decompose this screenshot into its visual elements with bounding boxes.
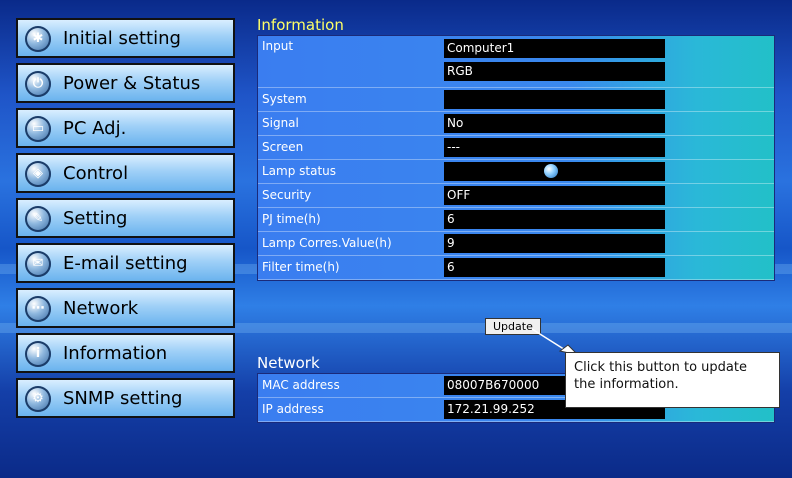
table-row: System	[258, 88, 774, 112]
sidebar-item-setting[interactable]: ✎ Setting	[16, 198, 235, 238]
security-label: Security	[262, 188, 312, 202]
info-icon: i	[25, 341, 51, 367]
pj-time-value: 6	[444, 210, 665, 229]
lamp-status-label: Lamp status	[262, 164, 337, 178]
projector-web-screen: ✱ Initial setting ⏻ Power & Status ▭ PC …	[0, 0, 792, 478]
sidebar-item-label: Network	[63, 298, 139, 319]
screen-value: ---	[444, 138, 665, 157]
screen-label: Screen	[262, 140, 304, 154]
pj-time-label: PJ time(h)	[262, 212, 321, 226]
input-label: Input	[262, 39, 294, 53]
table-row: PJ time(h) 6	[258, 208, 774, 232]
table-row: Filter time(h) 6	[258, 256, 774, 280]
callout-tooltip: Click this button to update the informat…	[565, 352, 780, 408]
lamp-corres-value: 9	[444, 234, 665, 253]
sidebar-item-label: Power & Status	[63, 73, 201, 94]
mac-address-label: MAC address	[262, 378, 340, 392]
sidebar-item-label: SNMP setting	[63, 388, 183, 409]
sidebar-item-pc-adj[interactable]: ▭ PC Adj.	[16, 108, 235, 148]
table-row: Lamp status	[258, 160, 774, 184]
gear-icon: ✱	[25, 26, 51, 52]
monitor-icon: ▭	[25, 116, 51, 142]
sidebar-item-label: Setting	[63, 208, 128, 229]
sidebar-item-power-status[interactable]: ⏻ Power & Status	[16, 63, 235, 103]
sidebar-item-label: PC Adj.	[63, 118, 127, 139]
table-row: Input Computer1 RGB	[258, 36, 774, 88]
sidebar-item-network[interactable]: ⋯ Network	[16, 288, 235, 328]
sidebar-menu: ✱ Initial setting ⏻ Power & Status ▭ PC …	[16, 18, 235, 423]
network-icon: ⋯	[25, 296, 51, 322]
sidebar-item-initial-setting[interactable]: ✱ Initial setting	[16, 18, 235, 58]
wrench-icon: ✎	[25, 206, 51, 232]
power-icon: ⏻	[25, 71, 51, 97]
table-row: Security OFF	[258, 184, 774, 208]
system-label: System	[262, 92, 307, 106]
lamp-status-value	[444, 162, 665, 181]
sidebar-item-snmp-setting[interactable]: ⚙ SNMP setting	[16, 378, 235, 418]
sidebar-item-label: Control	[63, 163, 129, 184]
system-value	[444, 90, 665, 109]
information-title: Information	[257, 16, 344, 34]
table-row: Lamp Corres.Value(h) 9	[258, 232, 774, 256]
information-table: Input Computer1 RGB System Signal No Scr…	[257, 35, 775, 281]
input-value: Computer1	[444, 39, 665, 58]
envelope-icon: ✉	[25, 251, 51, 277]
security-value: OFF	[444, 186, 665, 205]
sidebar-item-label: E-mail setting	[63, 253, 188, 274]
ip-address-label: IP address	[262, 402, 324, 416]
sidebar-item-label: Information	[63, 343, 168, 364]
filter-time-label: Filter time(h)	[262, 260, 340, 274]
input-signal-type: RGB	[444, 62, 665, 81]
filter-time-value: 6	[444, 258, 665, 277]
lamp-bulb-icon	[544, 164, 558, 178]
table-row: Screen ---	[258, 136, 774, 160]
sidebar-item-control[interactable]: ◈ Control	[16, 153, 235, 193]
lamp-corres-label: Lamp Corres.Value(h)	[262, 236, 392, 250]
signal-value: No	[444, 114, 665, 133]
signal-label: Signal	[262, 116, 299, 130]
control-icon: ◈	[25, 161, 51, 187]
information-section: Information Input Computer1 RGB System S…	[257, 16, 775, 281]
table-row: Signal No	[258, 112, 774, 136]
sidebar-item-information[interactable]: i Information	[16, 333, 235, 373]
snmp-icon: ⚙	[25, 386, 51, 412]
sidebar-item-label: Initial setting	[63, 28, 181, 49]
sidebar-item-email-setting[interactable]: ✉ E-mail setting	[16, 243, 235, 283]
